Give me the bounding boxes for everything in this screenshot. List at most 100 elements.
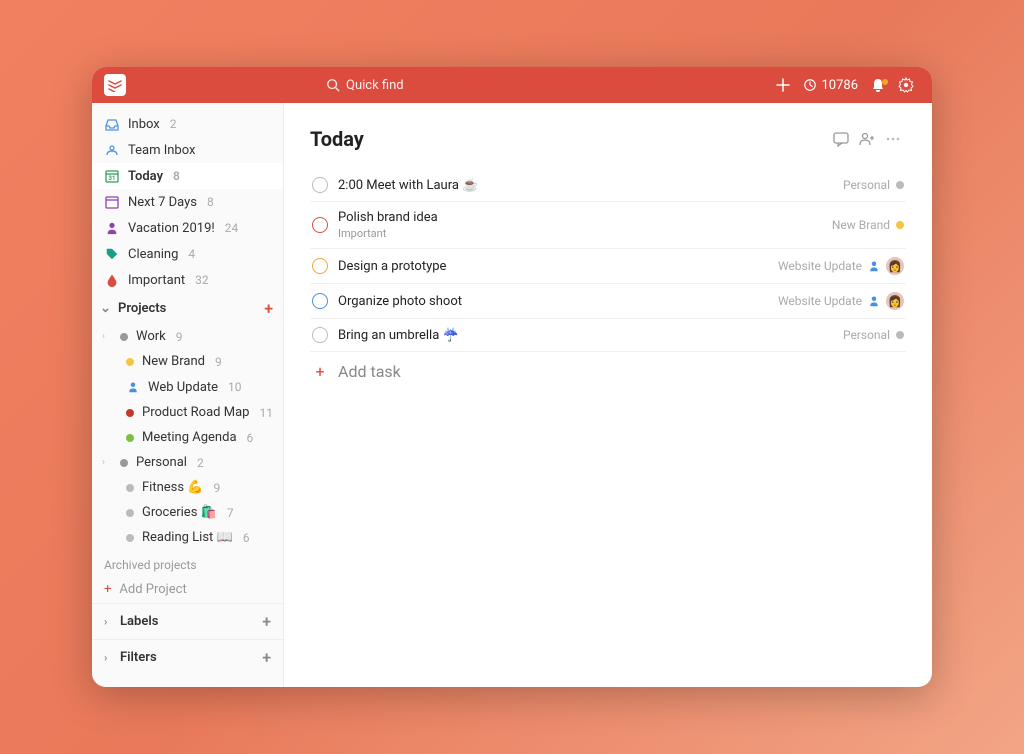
project-dot-icon (126, 409, 134, 417)
task-checkbox[interactable] (312, 327, 328, 343)
share-button[interactable] (854, 127, 880, 151)
avatar: 👩 (886, 292, 904, 310)
chevron-right-icon: › (104, 615, 114, 628)
calendar-icon (104, 194, 120, 210)
chevron-right-icon: › (102, 457, 112, 468)
archived-projects-label[interactable]: Archived projects (92, 550, 283, 576)
add-project-button[interactable]: + Add Project (92, 576, 283, 603)
task-meta: Personal (843, 328, 904, 342)
project-roadmap[interactable]: Product Road Map 11 (92, 400, 283, 425)
sidebar-item-team-inbox[interactable]: Team Inbox (92, 137, 283, 163)
notifications-button[interactable] (864, 77, 892, 93)
task-body: 2:00 Meet with Laura ☕ (338, 178, 478, 193)
sidebar-item-inbox[interactable]: Inbox 2 (92, 111, 283, 137)
task-subtext: Important (338, 227, 438, 240)
project-work-count: 9 (176, 330, 183, 344)
sidebar-item-today[interactable]: 31 Today 8 (92, 163, 283, 189)
plus-icon: + (312, 362, 328, 381)
sidebar-item-vacation[interactable]: Vacation 2019! 24 (92, 215, 283, 241)
main-header: Today (310, 127, 906, 151)
filters-section[interactable]: › Filters + (92, 639, 283, 675)
project-dot-icon (120, 459, 128, 467)
today-label: Today (128, 169, 163, 184)
person-icon (104, 220, 120, 236)
project-personal-label: Personal (136, 455, 187, 470)
app-logo-icon[interactable] (104, 74, 126, 96)
labels-label: Labels (120, 614, 158, 629)
task-row[interactable]: Design a prototype Website Update 👩 (310, 249, 906, 284)
project-dot-icon (896, 221, 904, 229)
task-text: Design a prototype (338, 259, 446, 274)
search-input[interactable]: Quick find (326, 78, 404, 93)
sidebar: Inbox 2 Team Inbox 31 Today 8 Next 7 Day… (92, 103, 284, 687)
sidebar-item-cleaning[interactable]: Cleaning 4 (92, 241, 283, 267)
vacation-count: 24 (225, 221, 239, 235)
project-fitness-label: Fitness 💪 (142, 480, 204, 495)
plus-icon: + (104, 582, 111, 597)
task-body: Design a prototype (338, 259, 446, 274)
comments-button[interactable] (828, 127, 854, 151)
project-new-brand-label: New Brand (142, 354, 205, 369)
task-text: Polish brand idea (338, 210, 438, 225)
task-meta: Website Update 👩 (778, 292, 904, 310)
search-placeholder: Quick find (346, 78, 404, 93)
plus-icon (775, 77, 791, 93)
add-filter-icon[interactable]: + (262, 648, 271, 667)
task-body: Polish brand idea Important (338, 210, 438, 240)
task-checkbox[interactable] (312, 293, 328, 309)
task-checkbox[interactable] (312, 258, 328, 274)
sidebar-item-important[interactable]: Important 32 (92, 267, 283, 293)
project-dot-icon (126, 509, 134, 517)
projects-header-label: Projects (118, 301, 166, 316)
task-meta: Personal (843, 178, 904, 192)
labels-section[interactable]: › Labels + (92, 603, 283, 639)
task-text: Bring an umbrella ☔ (338, 328, 459, 343)
project-dot-icon (126, 358, 134, 366)
project-dot-icon (120, 333, 128, 341)
task-row[interactable]: Polish brand idea Important New Brand (310, 202, 906, 249)
project-dot-icon (896, 181, 904, 189)
project-web-update-label: Web Update (148, 380, 218, 395)
person-icon (126, 379, 140, 395)
today-icon: 31 (104, 168, 120, 184)
project-meeting[interactable]: Meeting Agenda 6 (92, 425, 283, 450)
project-new-brand[interactable]: New Brand 9 (92, 349, 283, 374)
projects-header[interactable]: ⌄ Projects + (92, 293, 283, 324)
task-checkbox[interactable] (312, 177, 328, 193)
task-body: Bring an umbrella ☔ (338, 328, 459, 343)
task-row[interactable]: Bring an umbrella ☔ Personal (310, 319, 906, 352)
project-groceries[interactable]: Groceries 🛍️ 7 (92, 500, 283, 525)
svg-text:31: 31 (109, 175, 116, 182)
cleaning-count: 4 (188, 247, 195, 261)
settings-button[interactable] (892, 77, 920, 93)
task-row[interactable]: 2:00 Meet with Laura ☕ Personal (310, 169, 906, 202)
add-task-button[interactable] (769, 77, 797, 93)
task-project: Personal (843, 178, 890, 192)
sidebar-item-next7[interactable]: Next 7 Days 8 (92, 189, 283, 215)
team-inbox-label: Team Inbox (128, 143, 195, 158)
task-meta: Website Update 👩 (778, 257, 904, 275)
next7-count: 8 (207, 195, 214, 209)
more-button[interactable] (880, 127, 906, 151)
project-dot-icon (126, 534, 134, 542)
task-text: Organize photo shoot (338, 294, 462, 309)
next7-label: Next 7 Days (128, 195, 197, 210)
important-label: Important (128, 273, 185, 288)
add-task-button[interactable]: + Add task (310, 352, 906, 391)
project-personal[interactable]: › Personal 2 (92, 450, 283, 475)
assignee-icon (868, 260, 880, 272)
inbox-label: Inbox (128, 117, 160, 132)
project-work-label: Work (136, 329, 166, 344)
search-icon (326, 78, 340, 92)
task-row[interactable]: Organize photo shoot Website Update 👩 (310, 284, 906, 319)
project-work[interactable]: › Work 9 (92, 324, 283, 349)
project-fitness[interactable]: Fitness 💪 9 (92, 475, 283, 500)
project-web-update[interactable]: Web Update 10 (92, 374, 283, 400)
karma-counter[interactable]: 10786 (803, 78, 858, 93)
task-checkbox[interactable] (312, 217, 328, 233)
avatar: 👩 (886, 257, 904, 275)
project-roadmap-label: Product Road Map (142, 405, 249, 420)
project-reading[interactable]: Reading List 📖 6 (92, 525, 283, 550)
add-label-icon[interactable]: + (262, 612, 271, 631)
add-project-plus-icon[interactable]: + (264, 299, 273, 318)
